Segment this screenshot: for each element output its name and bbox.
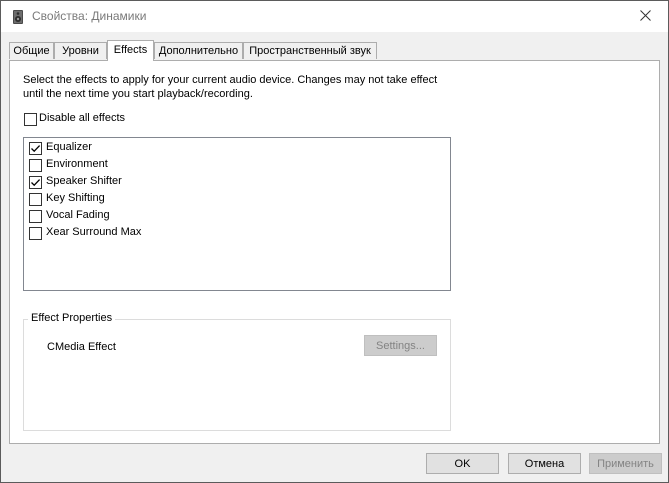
checkmark-icon [31, 179, 41, 187]
window-title: Свойства: Динамики [32, 9, 147, 23]
effects-description: Select the effects to apply for your cur… [23, 74, 438, 100]
tab-levels[interactable]: Уровни [54, 42, 107, 59]
effect-label[interactable]: Speaker Shifter [46, 175, 122, 187]
close-icon [639, 9, 651, 24]
disable-all-label[interactable]: Disable all effects [39, 112, 125, 124]
tab-general[interactable]: Общие [9, 42, 54, 59]
effect-label[interactable]: Xear Surround Max [46, 226, 141, 238]
effect-checkbox-key-shifting[interactable] [29, 193, 42, 206]
effect-label[interactable]: Environment [46, 158, 108, 170]
tab-advanced[interactable]: Дополнительно [154, 42, 243, 59]
effect-label[interactable]: Key Shifting [46, 192, 105, 204]
effect-checkbox-vocal-fading[interactable] [29, 210, 42, 223]
effect-label[interactable]: Equalizer [46, 141, 92, 153]
tab-spatial-sound[interactable]: Пространственный звук [243, 42, 377, 59]
speaker-icon [10, 9, 26, 25]
checkmark-icon [31, 145, 41, 153]
group-title: Effect Properties [28, 312, 116, 324]
effects-panel: Select the effects to apply for your cur… [9, 60, 660, 444]
effect-label[interactable]: Vocal Fading [46, 209, 110, 221]
close-button[interactable] [622, 1, 668, 32]
settings-button[interactable]: Settings... [364, 335, 437, 356]
effect-checkbox-environment[interactable] [29, 159, 42, 172]
effect-properties-group: Effect Properties CMedia Effect Settings… [23, 312, 451, 431]
disable-all-checkbox[interactable] [24, 113, 37, 126]
effect-checkbox-equalizer[interactable] [29, 142, 42, 155]
tab-effects[interactable]: Effects [107, 40, 154, 61]
effect-checkbox-xear-surround-max[interactable] [29, 227, 42, 240]
effects-list[interactable]: Equalizer Environment Speaker Shifter Ke… [23, 137, 451, 291]
cancel-button[interactable]: Отмена [508, 453, 581, 474]
ok-button[interactable]: OK [426, 453, 499, 474]
properties-window: Свойства: Динамики Общие Уровни Effects … [0, 0, 669, 483]
effect-name: CMedia Effect [47, 341, 116, 353]
apply-button[interactable]: Применить [589, 453, 662, 474]
title-bar[interactable]: Свойства: Динамики [1, 1, 668, 32]
effect-checkbox-speaker-shifter[interactable] [29, 176, 42, 189]
